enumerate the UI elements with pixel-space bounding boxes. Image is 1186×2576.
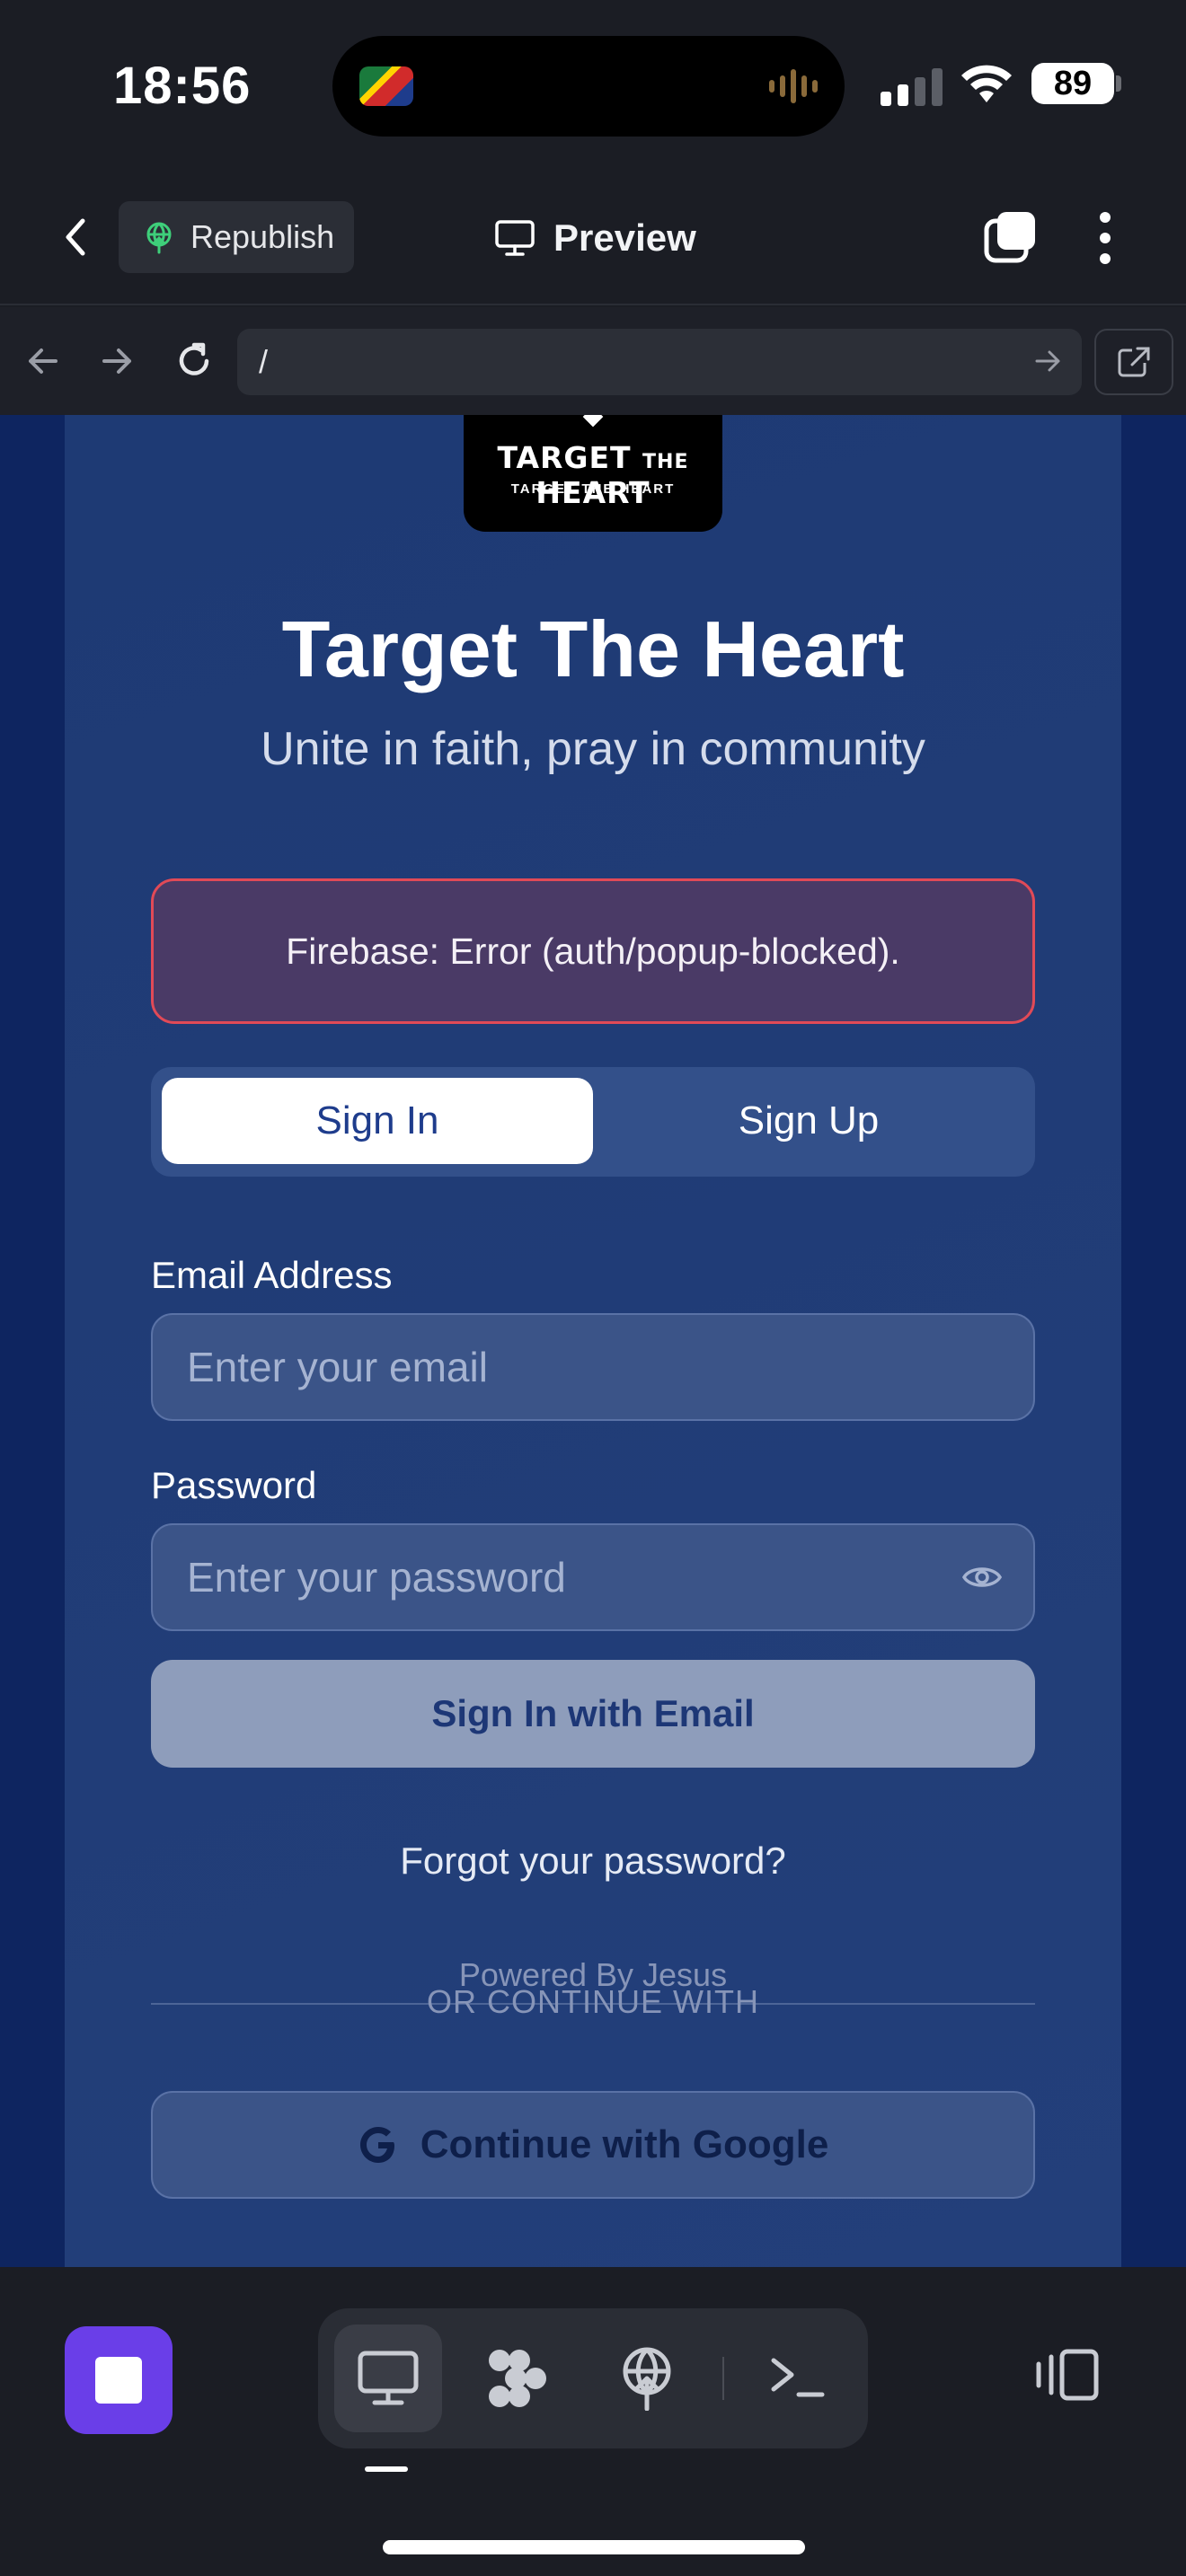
globe-upload-icon [146, 222, 172, 254]
dock-tabs [318, 2308, 868, 2448]
web-content: TARGET THE HEART TARGET THE HEART Target… [0, 415, 1186, 2267]
stop-icon [95, 2357, 142, 2404]
audio-wave-icon [769, 66, 818, 106]
preview-tab[interactable]: Preview [494, 207, 696, 269]
dynamic-island [332, 36, 845, 137]
tabs-icon[interactable] [983, 208, 1039, 264]
monitor-icon [495, 220, 535, 256]
status-time: 18:56 [113, 57, 252, 115]
stop-button[interactable] [65, 2326, 173, 2434]
preview-label: Preview [553, 216, 696, 259]
logo: TARGET THE HEART TARGET THE HEART [464, 415, 722, 532]
divider-label: OR CONTINUE WITH [427, 1983, 759, 2020]
app-toolbar: Republish Preview [0, 171, 1186, 305]
auth-mode-toggle: Sign In Sign Up [151, 1067, 1035, 1177]
sign-in-email-button[interactable]: Sign In with Email [151, 1660, 1035, 1768]
dock-deploy-tab[interactable] [593, 2325, 701, 2432]
cellular-signal-icon [881, 65, 943, 106]
password-placeholder: Enter your password [187, 1554, 566, 1601]
active-tab-indicator [365, 2466, 408, 2472]
password-field[interactable]: Enter your password [151, 1523, 1035, 1631]
open-external-button[interactable] [1094, 329, 1173, 395]
page-subtitle: Unite in faith, pray in community [261, 723, 925, 775]
dock-separator [722, 2357, 724, 2400]
browser-bar: / [0, 307, 1186, 415]
bottom-dock [0, 2267, 1186, 2576]
heart-icon [582, 415, 604, 428]
google-icon [359, 2127, 394, 2163]
dock-preview-tab[interactable] [334, 2325, 442, 2432]
page-title: Target The Heart [281, 604, 905, 693]
password-label: Password [151, 1464, 317, 1506]
error-message: Firebase: Error (auth/popup-blocked). [286, 930, 900, 972]
tab-sign-up[interactable]: Sign Up [593, 1078, 1024, 1164]
go-arrow-icon[interactable] [1031, 345, 1064, 377]
monitor-icon [358, 2351, 419, 2405]
logo-tagline: TARGET THE HEART [510, 481, 676, 497]
arrow-left-icon[interactable] [16, 334, 70, 388]
error-alert: Firebase: Error (auth/popup-blocked). [151, 878, 1035, 1024]
battery-level: 89 [1031, 63, 1114, 104]
auth-card: TARGET THE HEART TARGET THE HEART Target… [65, 415, 1121, 2267]
status-bar: 18:56 89 [0, 0, 1186, 171]
url-text: / [259, 343, 269, 380]
email-label: Email Address [151, 1254, 393, 1296]
flag-icon [359, 66, 413, 106]
split-layout-icon[interactable] [1033, 2348, 1102, 2402]
logo-wordmark: TARGET THE HEART [497, 440, 689, 510]
arrow-right-icon[interactable] [90, 334, 144, 388]
globe-upload-icon [623, 2347, 671, 2411]
google-sign-in-button[interactable]: Continue with Google [151, 2091, 1035, 2199]
url-input[interactable]: / [237, 329, 1082, 395]
wifi-icon [961, 65, 1012, 102]
eye-icon[interactable] [961, 1559, 1003, 1595]
more-vertical-icon[interactable] [1087, 207, 1123, 269]
google-label: Continue with Google [420, 2122, 829, 2166]
battery-tip [1116, 75, 1121, 92]
nodes-icon [489, 2350, 546, 2407]
home-indicator [383, 2540, 805, 2554]
forgot-password-link[interactable]: Forgot your password? [65, 1839, 1121, 1883]
email-field[interactable]: Enter your email [151, 1313, 1035, 1421]
terminal-icon [771, 2358, 825, 2397]
email-placeholder: Enter your email [187, 1344, 488, 1390]
chevron-left-icon[interactable] [52, 212, 102, 262]
dock-shell-tab[interactable] [744, 2325, 852, 2432]
tab-sign-in[interactable]: Sign In [162, 1078, 593, 1164]
external-link-icon [1118, 347, 1150, 377]
reload-icon[interactable] [167, 334, 221, 388]
republish-label: Republish [190, 218, 335, 255]
republish-button[interactable]: Republish [119, 201, 354, 273]
dock-integrations-tab[interactable] [464, 2325, 571, 2432]
